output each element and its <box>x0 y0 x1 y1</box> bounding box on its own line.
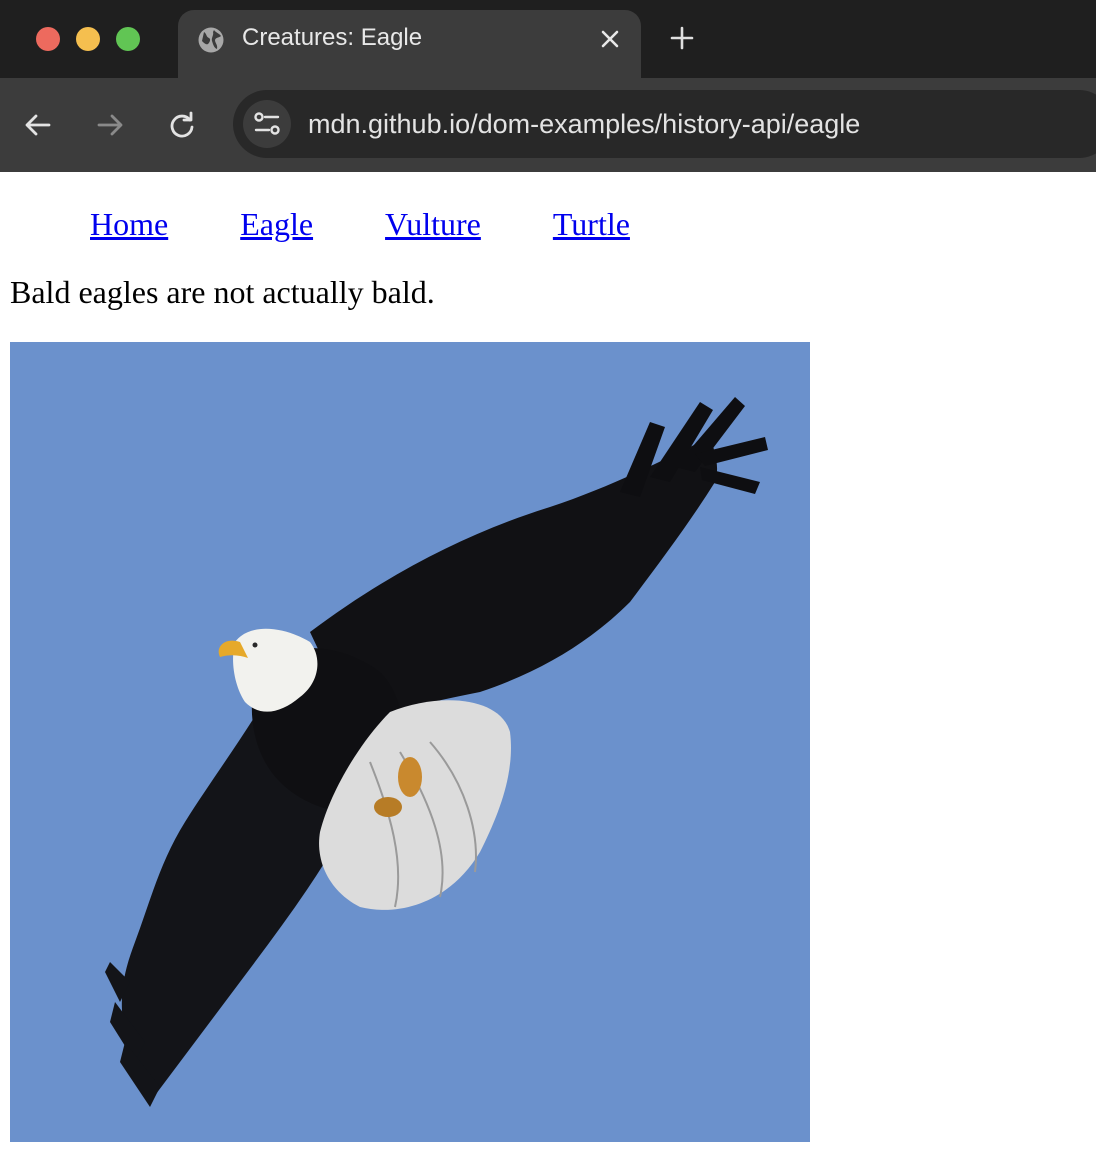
back-arrow-icon[interactable] <box>23 110 53 140</box>
browser-chrome: Creatures: Eagle mdn.github.io/dom-examp… <box>0 0 1096 172</box>
nav-link-home[interactable]: Home <box>90 204 168 244</box>
close-window-button[interactable] <box>36 27 60 51</box>
nav-link-eagle[interactable]: Eagle <box>240 204 313 244</box>
maximize-window-button[interactable] <box>116 27 140 51</box>
eagle-photo <box>10 342 810 1142</box>
browser-toolbar: mdn.github.io/dom-examples/history-api/e… <box>0 78 1096 172</box>
forward-arrow-icon[interactable] <box>95 110 125 140</box>
site-info-icon <box>254 112 280 135</box>
url-text[interactable]: mdn.github.io/dom-examples/history-api/e… <box>308 108 860 140</box>
site-info-button[interactable] <box>243 100 291 148</box>
tab-title: Creatures: Eagle <box>242 24 423 51</box>
minimize-window-button[interactable] <box>76 27 100 51</box>
plus-icon[interactable] <box>669 25 695 51</box>
eagle-fact-text: Bald eagles are not actually bald. <box>10 274 435 310</box>
nav-link-vulture[interactable]: Vulture <box>385 204 481 244</box>
window-controls <box>36 27 140 51</box>
reload-icon[interactable] <box>167 110 197 140</box>
address-bar[interactable]: mdn.github.io/dom-examples/history-api/e… <box>233 90 1096 158</box>
tab-strip: Creatures: Eagle <box>0 0 1096 78</box>
site-nav: Home Eagle Vulture Turtle <box>90 204 630 244</box>
browser-tab[interactable]: Creatures: Eagle <box>178 10 641 78</box>
nav-link-turtle[interactable]: Turtle <box>553 204 630 244</box>
globe-icon <box>198 27 224 53</box>
close-icon[interactable] <box>598 27 622 51</box>
